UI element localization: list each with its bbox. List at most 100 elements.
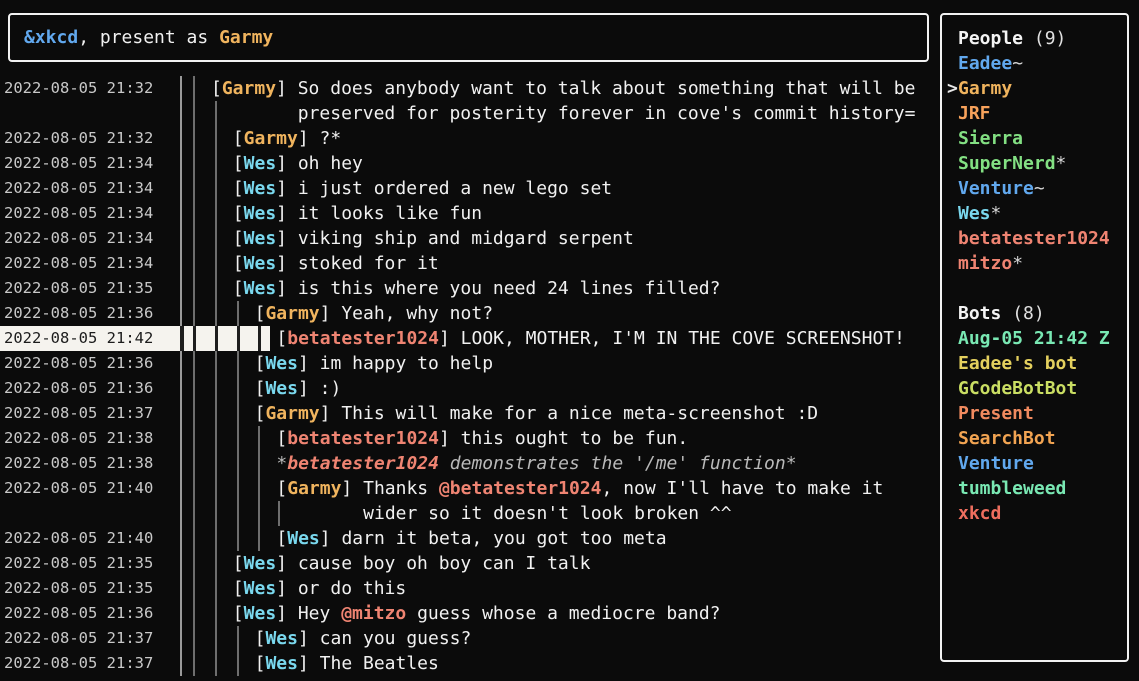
gutter-separator — [180, 126, 182, 151]
message-timestamp: 2022-08-05 21:37 — [4, 401, 153, 426]
message-fragment: , now I'll have to make it — [602, 478, 884, 499]
message-fragment: ] — [276, 178, 298, 199]
chat-message-row[interactable]: 2022-08-05 21:35[Wes] or do this — [0, 576, 940, 601]
people-list-item[interactable]: Wes* — [958, 201, 1001, 226]
channel-name: &xkcd — [24, 27, 78, 48]
thread-guide-bar — [258, 476, 260, 501]
chat-message-continuation-row: wider so it doesn't look broken ^^ — [0, 501, 940, 526]
bots-list-item[interactable]: Present — [958, 401, 1034, 426]
wrap-continuation-bar — [278, 501, 280, 526]
chat-message-row[interactable]: 2022-08-05 21:34[Wes] i just ordered a n… — [0, 176, 940, 201]
chat-message-row[interactable]: 2022-08-05 21:37[Wes] The Beatles — [0, 651, 940, 676]
thread-guide-bar — [215, 176, 217, 201]
people-list-item[interactable]: >Garmy — [958, 76, 1012, 101]
message-fragment: The Beatles — [320, 653, 439, 674]
message-fragment: Thanks — [363, 478, 439, 499]
chat-message-row[interactable]: 2022-08-05 21:36[Wes] :) — [0, 376, 940, 401]
nick-name: Wes — [265, 628, 298, 649]
nick-name: Wes — [265, 378, 298, 399]
chat-message-row[interactable]: 2022-08-05 21:34[Wes] oh hey — [0, 151, 940, 176]
presence-suffix: * — [1012, 253, 1023, 274]
nick-name: @betatester1024 — [439, 478, 602, 499]
gutter-separator — [180, 226, 182, 251]
chat-message-row[interactable]: 2022-08-05 21:36[Wes] im happy to help — [0, 351, 940, 376]
nick-name: Wes — [244, 278, 277, 299]
bot-name: Aug-05 21:42 Z — [958, 328, 1110, 349]
message-text: wider so it doesn't look broken ^^ — [363, 501, 731, 526]
gutter-separator — [180, 601, 182, 626]
message-fragment: [ — [255, 628, 266, 649]
thread-guide-bar — [193, 276, 195, 301]
thread-guide-bar — [258, 426, 260, 451]
thread-guide-bar — [215, 351, 217, 376]
message-timestamp: 2022-08-05 21:34 — [4, 226, 153, 251]
people-list-item[interactable]: mitzo* — [958, 251, 1023, 276]
people-list-item[interactable]: Venture~ — [958, 176, 1045, 201]
chat-message-row[interactable]: 2022-08-05 21:38*betatester1024 demonstr… — [0, 451, 940, 476]
bots-list-item[interactable]: Venture — [958, 451, 1034, 476]
message-text: [Wes] viking ship and midgard serpent — [233, 226, 634, 251]
bots-count: (8) — [1012, 303, 1045, 324]
nick-name: Wes — [244, 228, 277, 249]
chat-message-row[interactable]: 2022-08-05 21:32[Garmy] So does anybody … — [0, 76, 940, 101]
message-fragment: [ — [233, 553, 244, 574]
people-list-item[interactable]: SuperNerd* — [958, 151, 1066, 176]
nick-name: Wes — [287, 528, 320, 549]
message-fragment: [ — [276, 478, 287, 499]
header-middle-text: , present as — [78, 27, 219, 48]
bots-list-item[interactable]: GCodeBotBot — [958, 376, 1077, 401]
message-timestamp: 2022-08-05 21:36 — [4, 601, 153, 626]
thread-guide-bar — [193, 301, 195, 326]
nick-name: Wes — [244, 203, 277, 224]
bots-list-item[interactable]: SearchBot — [958, 426, 1056, 451]
thread-guide-bar — [237, 301, 239, 326]
chat-message-row[interactable]: 2022-08-05 21:38[betatester1024] this ou… — [0, 426, 940, 451]
chat-message-row[interactable]: 2022-08-05 21:37[Garmy] This will make f… — [0, 401, 940, 426]
thread-guide-bar — [193, 226, 195, 251]
chat-message-row[interactable]: 2022-08-05 21:36[Garmy] Yeah, why not? — [0, 301, 940, 326]
people-section-header: People (9) — [958, 26, 1066, 51]
message-text: *betatester1024 demonstrates the '/me' f… — [276, 451, 796, 476]
chat-message-row[interactable]: 2022-08-05 21:35[Wes] cause boy oh boy c… — [0, 551, 940, 576]
chat-message-row[interactable]: 2022-08-05 21:32[Garmy] ?* — [0, 126, 940, 151]
thread-guide-bar — [215, 201, 217, 226]
bots-list-item[interactable]: Eadee's bot — [958, 351, 1077, 376]
chat-message-row[interactable]: 2022-08-05 21:34[Wes] it looks like fun — [0, 201, 940, 226]
bots-list-item[interactable]: xkcd — [958, 501, 1001, 526]
thread-guide-bar — [215, 626, 217, 651]
chat-message-row[interactable]: 2022-08-05 21:36[Wes] Hey @mitzo guess w… — [0, 601, 940, 626]
chat-message-row[interactable]: 2022-08-05 21:40[Garmy] Thanks @betatest… — [0, 476, 940, 501]
people-title: People — [958, 28, 1023, 49]
thread-guide-bar — [193, 101, 195, 126]
message-timestamp: 2022-08-05 21:36 — [4, 301, 153, 326]
chat-message-row[interactable]: 2022-08-05 21:34 [Wes] viking ship and mi… — [0, 226, 940, 251]
chat-message-row[interactable]: 2022-08-05 21:34[Wes] stoked for it — [0, 251, 940, 276]
chat-message-row[interactable]: 2022-08-05 21:40[Wes] darn it beta, you … — [0, 526, 940, 551]
thread-guide-bar — [193, 426, 195, 451]
thread-guide-bar — [193, 651, 195, 676]
message-fragment: ] — [276, 78, 298, 99]
chat-message-row[interactable]: 2022-08-05 21:35[Wes] is this where you … — [0, 276, 940, 301]
people-list-item[interactable]: Sierra — [958, 126, 1023, 151]
bots-list-item[interactable]: Aug-05 21:42 Z — [958, 326, 1110, 351]
nick-name: Wes — [244, 553, 277, 574]
message-text: [Garmy] So does anybody want to talk abo… — [211, 76, 915, 101]
message-text: [Wes] :) — [255, 376, 342, 401]
gutter-separator — [180, 651, 182, 676]
message-text: [Wes] it looks like fun — [233, 201, 482, 226]
thread-guide-bar — [215, 401, 217, 426]
bot-name: GCodeBotBot — [958, 378, 1077, 399]
message-fragment: ] — [320, 303, 342, 324]
bots-list-item[interactable]: tumbleweed — [958, 476, 1066, 501]
gutter-separator — [180, 151, 182, 176]
thread-guide-bar — [237, 351, 239, 376]
chat-message-row[interactable]: 2022-08-05 21:37[Wes] can you guess? — [0, 626, 940, 651]
bot-name: xkcd — [958, 503, 1001, 524]
message-fragment: [ — [233, 203, 244, 224]
people-list-item[interactable]: Eadee~ — [958, 51, 1023, 76]
people-list-item[interactable]: JRF — [958, 101, 991, 126]
gutter-separator — [180, 551, 182, 576]
people-list-item[interactable]: betatester1024 — [958, 226, 1110, 251]
chat-message-row[interactable]: 2022-08-05 21:42[betatester1024] LOOK, M… — [0, 326, 940, 351]
message-text: preserved for posterity forever in cove'… — [298, 101, 916, 126]
